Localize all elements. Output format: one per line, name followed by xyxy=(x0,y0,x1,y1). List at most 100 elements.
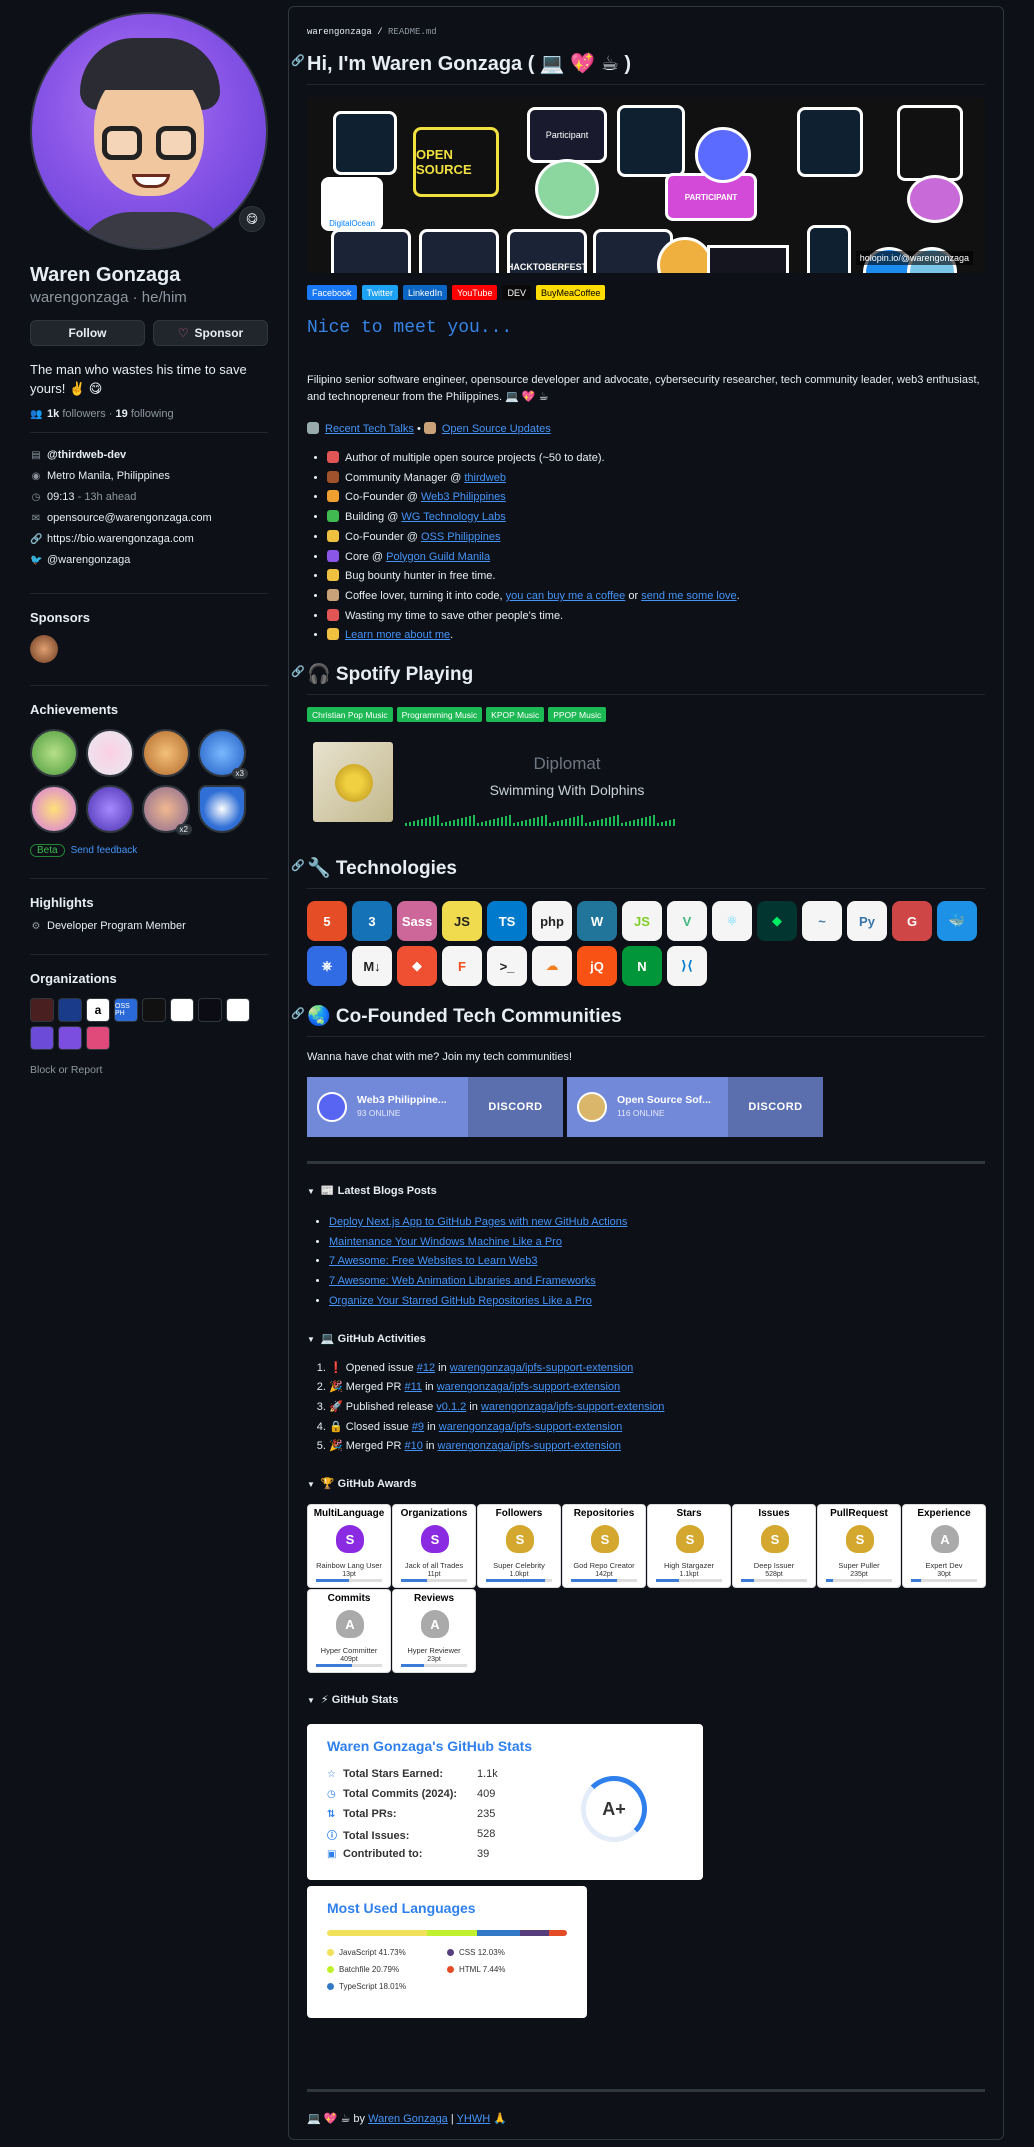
following-count[interactable]: 19 xyxy=(116,408,128,420)
org-avatar[interactable] xyxy=(58,998,82,1022)
award-card[interactable]: Issues S Deep Issuer 528pt xyxy=(732,1504,816,1589)
cloudflare-icon[interactable]: ☁ xyxy=(532,946,572,987)
sass-icon[interactable]: Sass xyxy=(397,901,437,942)
org-avatar[interactable] xyxy=(198,998,222,1022)
mongodb-icon[interactable]: ◆ xyxy=(757,901,797,942)
award-card[interactable]: Reviews A Hyper Reviewer 23pt xyxy=(392,1589,476,1674)
playlist-badge[interactable]: KPOP Music xyxy=(486,707,545,723)
activity-repo-link[interactable]: warengonzaga/ipfs-support-extension xyxy=(438,1440,621,1452)
followers-count[interactable]: 1k xyxy=(47,408,59,420)
footer-yhwh-link[interactable]: YHWH xyxy=(457,2113,491,2125)
react-icon[interactable]: ⚛ xyxy=(712,901,752,942)
blog-link[interactable]: 7 Awesome: Web Animation Libraries and F… xyxy=(329,1275,596,1287)
anchor-link-icon[interactable]: 🔗 xyxy=(291,859,305,872)
activity-ref-link[interactable]: v0.1.2 xyxy=(436,1401,466,1413)
dev-badge[interactable]: DEV xyxy=(502,285,531,300)
blog-link[interactable]: Organize Your Starred GitHub Repositorie… xyxy=(329,1295,592,1307)
stats-summary[interactable]: ▼ ⚡ GitHub Stats xyxy=(307,1693,985,1706)
activity-ref-link[interactable]: #10 xyxy=(404,1440,422,1452)
activity-repo-link[interactable]: warengonzaga/ipfs-support-extension xyxy=(450,1362,633,1374)
org-avatar[interactable] xyxy=(58,1026,82,1050)
org-avatar[interactable] xyxy=(86,1026,110,1050)
docker-icon[interactable]: 🐳 xyxy=(937,901,977,942)
award-card[interactable]: Organizations S Jack of all Trades 11pt xyxy=(392,1504,476,1589)
blog-link[interactable]: 7 Awesome: Free Websites to Learn Web3 xyxy=(329,1255,538,1267)
anchor-link-icon[interactable]: 🔗 xyxy=(291,54,305,67)
playlist-badge[interactable]: PPOP Music xyxy=(548,707,607,723)
figma-icon[interactable]: F xyxy=(442,946,482,987)
linkedin-badge[interactable]: LinkedIn xyxy=(403,285,448,300)
activity-ref-link[interactable]: #11 xyxy=(404,1381,422,1393)
jquery-icon[interactable]: jQ xyxy=(577,946,617,987)
achievement-heart-icon[interactable] xyxy=(86,729,134,777)
fact-link[interactable]: Web3 Philippines xyxy=(421,491,506,503)
award-card[interactable]: Stars S High Stargazer 1.1kpt xyxy=(647,1504,731,1589)
anchor-link-icon[interactable]: 🔗 xyxy=(291,1007,305,1020)
holopin-credit[interactable]: holopin.io/@warengonzaga xyxy=(855,251,973,265)
playlist-badge[interactable]: Christian Pop Music xyxy=(307,707,393,723)
top-languages-card[interactable]: Most Used Languages JavaScript 41.73% CSS… xyxy=(307,1886,587,2019)
gulp-icon[interactable]: G xyxy=(892,901,932,942)
breadcrumb-user[interactable]: warengonzaga xyxy=(307,27,372,37)
org-avatar[interactable] xyxy=(226,998,250,1022)
buymeacoffee-badge[interactable]: BuyMeaCoffee xyxy=(535,285,606,300)
org-avatar[interactable] xyxy=(30,998,54,1022)
oss-updates-link[interactable]: Open Source Updates xyxy=(442,423,551,435)
achievement-starstruck-icon[interactable] xyxy=(142,729,190,777)
sponsor-button[interactable]: ♡ Sponsor xyxy=(153,320,268,346)
activity-repo-link[interactable]: warengonzaga/ipfs-support-extension xyxy=(437,1381,620,1393)
award-card[interactable]: Experience A Expert Dev 30pt xyxy=(902,1504,986,1589)
achievement-pull-shark-icon[interactable]: x3 xyxy=(198,729,248,779)
org-avatar[interactable] xyxy=(30,1026,54,1050)
block-report-link[interactable]: Block or Report xyxy=(30,1064,268,1076)
mysql-icon[interactable]: ~ xyxy=(802,901,842,942)
youtube-badge[interactable]: YouTube xyxy=(452,285,498,300)
markdown-icon[interactable]: M↓ xyxy=(352,946,392,987)
achievement-pair-extraordinaire-icon[interactable] xyxy=(30,729,78,777)
css3-icon[interactable]: 3 xyxy=(352,901,392,942)
holopin-banner[interactable]: OPEN SOURCE Participant PARTICIPANT Digi… xyxy=(307,97,985,273)
org-avatar[interactable]: a xyxy=(86,998,110,1022)
javascript-icon[interactable]: JS xyxy=(442,901,482,942)
vue-icon[interactable]: V xyxy=(667,901,707,942)
email-link[interactable]: opensource@warengonzaga.com xyxy=(47,512,212,524)
fact-link[interactable]: OSS Philippines xyxy=(421,531,501,543)
twitter-link[interactable]: @warengonzaga xyxy=(47,554,130,566)
achievement-quickdraw-icon[interactable]: x2 xyxy=(142,785,192,835)
nginx-icon[interactable]: N xyxy=(622,946,662,987)
award-card[interactable]: Followers S Super Celebrity 1.0kpt xyxy=(477,1504,561,1589)
achievement-yolo-icon[interactable] xyxy=(30,785,78,833)
website-link[interactable]: https://bio.warengonzaga.com xyxy=(47,533,194,545)
follow-button[interactable]: Follow xyxy=(30,320,145,346)
activity-repo-link[interactable]: warengonzaga/ipfs-support-extension xyxy=(481,1401,664,1413)
nodejs-icon[interactable]: JS xyxy=(622,901,662,942)
company-link[interactable]: @thirdweb-dev xyxy=(47,449,126,461)
php-icon[interactable]: php xyxy=(532,901,572,942)
achievement-arctic-shield-icon[interactable] xyxy=(198,785,246,833)
activity-ref-link[interactable]: #12 xyxy=(417,1362,435,1374)
activity-ref-link[interactable]: #9 xyxy=(412,1421,424,1433)
facebook-badge[interactable]: Facebook xyxy=(307,285,357,300)
avatar[interactable] xyxy=(30,12,268,250)
twitter-badge[interactable]: Twitter xyxy=(361,285,399,300)
wordpress-icon[interactable]: W xyxy=(577,901,617,942)
playlist-badge[interactable]: Programming Music xyxy=(396,707,483,723)
award-card[interactable]: PullRequest S Super Puller 235pt xyxy=(817,1504,901,1589)
activity-repo-link[interactable]: warengonzaga/ipfs-support-extension xyxy=(439,1421,622,1433)
discord-card-web3ph[interactable]: Web3 Philippine... 93 ONLINE DISCORD xyxy=(307,1077,563,1138)
fact-link[interactable]: Learn more about me xyxy=(345,629,450,641)
blogs-summary[interactable]: ▼ 📰 Latest Blogs Posts xyxy=(307,1184,985,1197)
github-stats-card[interactable]: Waren Gonzaga's GitHub Stats ☆ Total Star… xyxy=(307,1724,703,1881)
awards-summary[interactable]: ▼ 🏆 GitHub Awards xyxy=(307,1477,985,1490)
recent-talks-link[interactable]: Recent Tech Talks xyxy=(325,423,414,435)
html5-icon[interactable]: 5 xyxy=(307,901,347,942)
award-card[interactable]: Commits A Hyper Committer 409pt xyxy=(307,1589,391,1674)
blog-link[interactable]: Maintenance Your Windows Machine Like a … xyxy=(329,1236,562,1248)
sponsor-avatar[interactable] xyxy=(30,635,58,663)
bash-icon[interactable]: >_ xyxy=(487,946,527,987)
footer-author-link[interactable]: Waren Gonzaga xyxy=(368,2113,448,2125)
org-avatar[interactable]: OSS PH xyxy=(114,998,138,1022)
discord-card-ossph[interactable]: Open Source Sof... 116 ONLINE DISCORD xyxy=(567,1077,823,1138)
anchor-link-icon[interactable]: 🔗 xyxy=(291,665,305,678)
python-icon[interactable]: Py xyxy=(847,901,887,942)
